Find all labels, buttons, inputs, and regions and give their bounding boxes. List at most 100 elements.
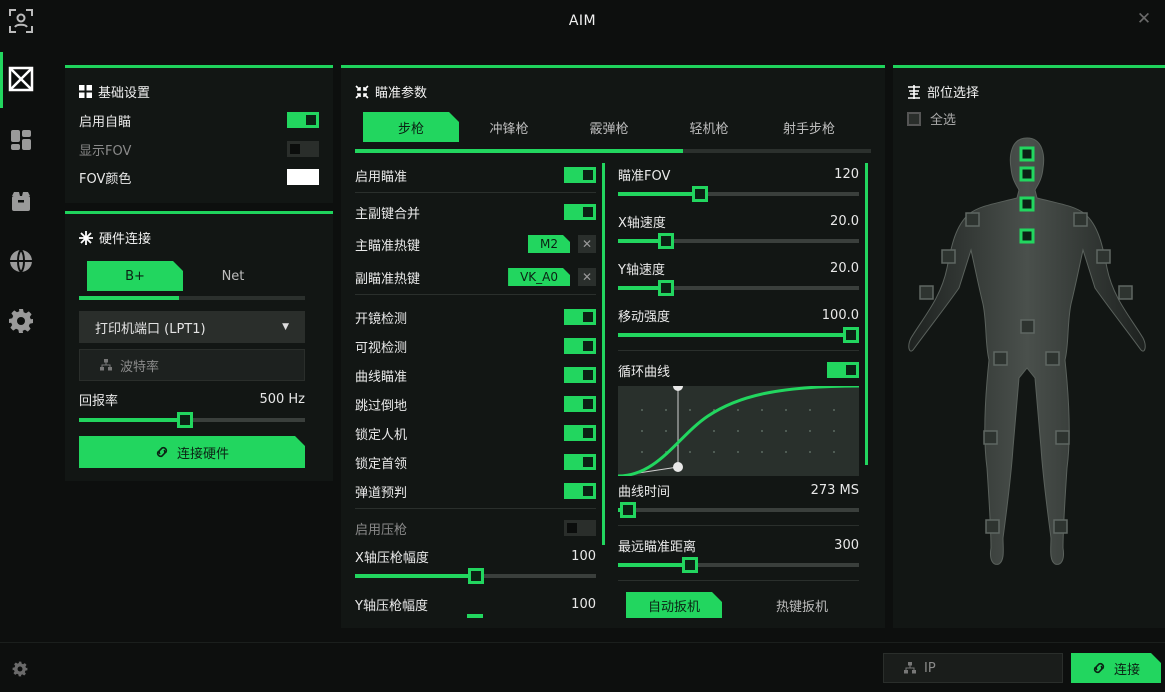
curve-aim-toggle[interactable]	[564, 367, 596, 383]
divider	[618, 350, 859, 351]
merge-keys-row: 主副键合并	[355, 202, 596, 222]
tab-hotkey-trigger[interactable]: 热键扳机	[722, 592, 882, 618]
connect-hardware-button[interactable]: 连接硬件	[79, 436, 305, 468]
x-speed-value: 20.0	[830, 213, 859, 229]
basic-settings-panel: 基础设置 启用自瞄 显示FOV FOV颜色	[65, 65, 333, 203]
tab-lmg[interactable]: 轻机枪	[659, 112, 759, 142]
globe-icon[interactable]	[6, 246, 36, 276]
tab-net[interactable]: Net	[183, 261, 283, 291]
clear-main-hotkey-icon[interactable]: ✕	[578, 235, 596, 253]
y-speed-label: Y轴速度	[618, 262, 665, 278]
body-parts-icon	[908, 84, 920, 99]
max-distance-slider[interactable]	[618, 557, 859, 573]
report-rate-label: 回报率	[79, 393, 119, 409]
main-hotkey-row: 主瞄准热键 M2 ✕	[355, 234, 596, 254]
connect-button[interactable]: 连接	[1071, 653, 1161, 683]
ballistic-row: 弹道预判	[355, 481, 596, 501]
curve-editor[interactable]	[617, 381, 860, 478]
x-recoil-value: 100	[571, 548, 596, 564]
body-select-header: 部位选择	[907, 82, 979, 101]
gear-icon[interactable]	[6, 306, 36, 336]
lock-bot-toggle[interactable]	[564, 425, 596, 441]
scope-detect-label: 开镜检测	[355, 311, 408, 327]
hardware-tabs: B+ Net	[87, 261, 283, 291]
divider	[355, 294, 596, 295]
loop-curve-toggle[interactable]	[827, 362, 859, 378]
visible-detect-label: 可视检测	[355, 340, 408, 356]
curve-aim-row: 曲线瞄准	[355, 365, 596, 385]
fov-color-swatch[interactable]	[287, 169, 319, 185]
curve-time-row: 曲线时间 273 MS	[618, 480, 859, 500]
close-icon[interactable]: ✕	[1135, 10, 1153, 28]
merge-keys-toggle[interactable]	[564, 204, 596, 220]
body-part-head	[1019, 146, 1035, 162]
fov-label: 瞄准FOV	[618, 168, 671, 184]
grid-icon	[79, 85, 92, 98]
skip-downed-toggle[interactable]	[564, 396, 596, 412]
ballistic-toggle[interactable]	[564, 483, 596, 499]
lock-leader-toggle[interactable]	[564, 454, 596, 470]
show-fov-toggle[interactable]	[287, 141, 319, 157]
body-part-left-forearm	[941, 249, 956, 264]
enable-aim-toggle[interactable]	[287, 112, 319, 128]
divider	[355, 192, 596, 193]
y-recoil-row: Y轴压枪幅度 100	[355, 594, 596, 614]
port-select[interactable]: 打印机端口 (LPT1) ▼	[79, 311, 305, 343]
fov-row: 瞄准FOV 120	[618, 164, 859, 184]
network-icon	[100, 359, 112, 371]
settings-small-icon[interactable]	[12, 661, 28, 681]
crosshair-box-icon[interactable]	[6, 64, 36, 94]
y-speed-slider[interactable]	[618, 280, 859, 296]
max-distance-label: 最远瞄准距离	[618, 539, 697, 555]
tab-auto-trigger[interactable]: 自动扳机	[626, 592, 722, 618]
skip-downed-row: 跳过倒地	[355, 394, 596, 414]
clear-sub-hotkey-icon[interactable]: ✕	[578, 268, 596, 286]
hardware-panel: 硬件连接 B+ Net 打印机端口 (LPT1) ▼ 波特率 回报率 500 H…	[65, 211, 333, 481]
tab-rifle[interactable]: 步枪	[363, 112, 459, 142]
user-focus-icon[interactable]	[6, 6, 36, 36]
move-strength-slider[interactable]	[618, 327, 859, 343]
report-rate-slider[interactable]	[79, 412, 305, 428]
recoil-enable-label: 启用压枪	[355, 522, 408, 538]
x-speed-slider[interactable]	[618, 233, 859, 249]
lock-bot-label: 锁定人机	[355, 427, 408, 443]
sidebar	[0, 0, 42, 642]
tab-marksman[interactable]: 射手步枪	[759, 112, 859, 142]
weapon-tabs: 步枪 冲锋枪 霰弹枪 轻机枪 射手步枪	[363, 112, 859, 142]
ip-input[interactable]: IP	[883, 653, 1063, 683]
main-hotkey-value[interactable]: M2	[528, 235, 570, 253]
divider	[618, 525, 859, 526]
body-select-panel: 部位选择 全选	[893, 65, 1165, 628]
merge-keys-label: 主副键合并	[355, 206, 421, 222]
curve-time-slider[interactable]	[618, 502, 859, 518]
dashboard-icon[interactable]	[6, 125, 36, 155]
divider	[618, 580, 859, 581]
recoil-enable-toggle[interactable]	[564, 520, 596, 536]
ip-placeholder: IP	[924, 660, 936, 676]
fov-slider[interactable]	[618, 186, 859, 202]
select-all-row[interactable]: 全选	[907, 109, 956, 128]
tab-smg[interactable]: 冲锋枪	[459, 112, 559, 142]
y-recoil-slider-knob-partial[interactable]	[467, 614, 483, 618]
body-part-left-knee	[983, 430, 998, 445]
tab-b-plus[interactable]: B+	[87, 261, 183, 291]
bottom-bar: IP 连接	[0, 642, 1165, 692]
x-recoil-slider[interactable]	[355, 568, 596, 584]
body-part-right-hand	[1118, 285, 1133, 300]
scope-detect-toggle[interactable]	[564, 309, 596, 325]
select-all-checkbox[interactable]	[907, 111, 921, 126]
package-icon[interactable]	[6, 186, 36, 216]
curve-time-label: 曲线时间	[618, 484, 671, 500]
max-distance-row: 最远瞄准距离 300	[618, 535, 859, 555]
sub-hotkey-value[interactable]: VK_A0	[508, 268, 570, 286]
enable-aiming-toggle[interactable]	[564, 167, 596, 183]
aim-params-title: 瞄准参数	[375, 86, 428, 101]
right-scrollbar[interactable]	[865, 163, 868, 465]
sub-hotkey-label: 副瞄准热键	[355, 271, 421, 287]
body-part-left-shoulder	[965, 212, 980, 227]
hardware-header: 硬件连接	[79, 228, 151, 247]
tab-shotgun[interactable]: 霰弹枪	[559, 112, 659, 142]
baud-rate-input[interactable]: 波特率	[79, 349, 305, 381]
visible-detect-toggle[interactable]	[564, 338, 596, 354]
left-scrollbar[interactable]	[602, 163, 605, 545]
